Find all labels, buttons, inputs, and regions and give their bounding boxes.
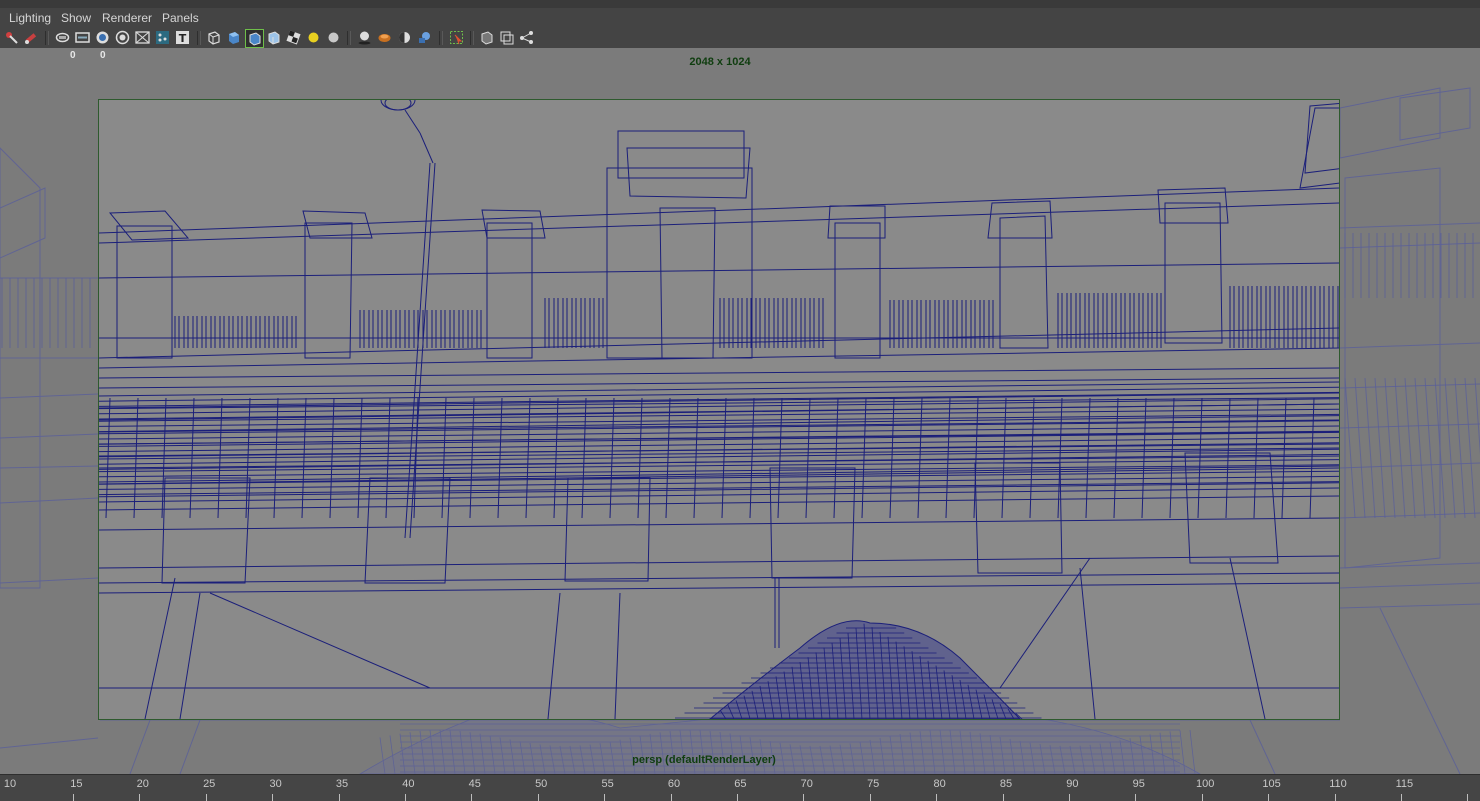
toolbar-separator [45, 31, 49, 45]
timeline-frame-label: 10 [3, 778, 17, 790]
toolbar-separator [439, 31, 443, 45]
timeline-frame-label: 35 [335, 778, 349, 790]
outer-baluster [1444, 377, 1456, 519]
timeline-frame-label: 105 [1262, 778, 1281, 790]
outer-baluster [1424, 377, 1436, 519]
resolution-gate-icon[interactable] [74, 29, 91, 46]
toolbar-separator [470, 31, 474, 45]
timeline-frame-label: 100 [1196, 778, 1215, 790]
timeline-frame-label: 40 [402, 778, 415, 790]
resolution-gate [98, 99, 1340, 720]
all-lights-icon[interactable] [325, 29, 342, 46]
toolbar-separator [197, 31, 201, 45]
safe-action-icon[interactable] [134, 29, 151, 46]
timeline-frame-label: 95 [1132, 778, 1145, 790]
image-plane-icon[interactable] [54, 29, 71, 46]
wireframe-icon[interactable] [205, 29, 222, 46]
anti-alias-icon[interactable] [416, 29, 433, 46]
timeline-frame-label: 55 [601, 778, 614, 790]
timeline-frame-label: 25 [203, 778, 216, 790]
outer-baluster [1474, 377, 1480, 456]
outer-baluster [1414, 377, 1426, 519]
toolbar-separator [347, 31, 351, 45]
outer-baluster [1344, 377, 1356, 519]
screen-space-ao-icon[interactable] [376, 29, 393, 46]
svg-text:T: T [179, 32, 187, 45]
text-icon[interactable]: T [174, 29, 191, 46]
timeline-frame-label: 50 [535, 778, 548, 790]
timeline-frame-label: 20 [136, 778, 149, 790]
timeline-frame-label: 115 [1395, 778, 1414, 790]
shadows-icon[interactable] [356, 29, 373, 46]
resolution-label: 2048 x 1024 [689, 56, 751, 68]
timeline-frame-label: 30 [269, 778, 282, 790]
outer-baluster [1364, 377, 1376, 519]
timeline-frame-label: 80 [933, 778, 946, 790]
field-chart-icon[interactable] [114, 29, 131, 46]
safe-title-icon[interactable] [154, 29, 171, 46]
timeline-frame-label: 70 [800, 778, 813, 790]
ground-mesh-line [1189, 729, 1196, 774]
timeline-frame-label: 65 [734, 778, 747, 790]
smooth-shade-icon[interactable] [225, 29, 242, 46]
xray-icon[interactable] [478, 29, 495, 46]
menu-show[interactable]: Show [61, 11, 91, 25]
camera-label: persp (defaultRenderLayer) [632, 754, 776, 766]
film-gate-icon[interactable] [94, 29, 111, 46]
timeline-frame-label: 60 [667, 778, 681, 790]
motion-blur-icon[interactable] [396, 29, 413, 46]
xray-components-icon[interactable] [518, 29, 535, 46]
outer-baluster [1464, 377, 1476, 519]
flat-shade-icon[interactable] [265, 29, 282, 46]
outer-baluster [1374, 377, 1386, 519]
isolate-select-icon[interactable] [448, 29, 465, 46]
panel-menubar: Lighting Show Renderer Panels [0, 8, 1480, 28]
texture-icon[interactable] [285, 29, 302, 46]
panel-toolbar: T [0, 28, 1480, 48]
outer-baluster [1354, 377, 1366, 519]
persp-viewport[interactable]: 0 0 2048 x 1024 persp (defaultRenderLaye… [0, 48, 1480, 774]
outer-baluster [1404, 377, 1416, 519]
select-camera-icon[interactable] [3, 29, 20, 46]
default-light-icon[interactable] [305, 29, 322, 46]
camera-attributes-icon[interactable] [22, 29, 39, 46]
wireframe-on-shaded-icon[interactable] [245, 29, 264, 48]
timeline-frame-label: 85 [999, 778, 1013, 790]
outer-baluster [1394, 377, 1406, 519]
outer-baluster [1454, 377, 1466, 519]
menu-renderer[interactable]: Renderer [102, 11, 152, 25]
menu-lighting[interactable]: Lighting [9, 11, 51, 25]
outer-baluster [1384, 377, 1396, 519]
xray-joints-icon[interactable] [498, 29, 515, 46]
timeline-frame-label: 75 [867, 778, 880, 790]
menu-panels[interactable]: Panels [162, 11, 199, 25]
timeline-frame-label: 15 [70, 778, 83, 790]
time-slider[interactable]: 10 15 20 25 30 35 40 45 50 55 60 65 70 75 80 85 90 95 100 1… [0, 774, 1480, 801]
timeline-frame-label: 45 [468, 778, 481, 790]
timeline-frame-label: 110 [1329, 778, 1347, 790]
wireframe-scene [0, 87, 1480, 774]
timeline-frame-label: 90 [1066, 778, 1079, 790]
